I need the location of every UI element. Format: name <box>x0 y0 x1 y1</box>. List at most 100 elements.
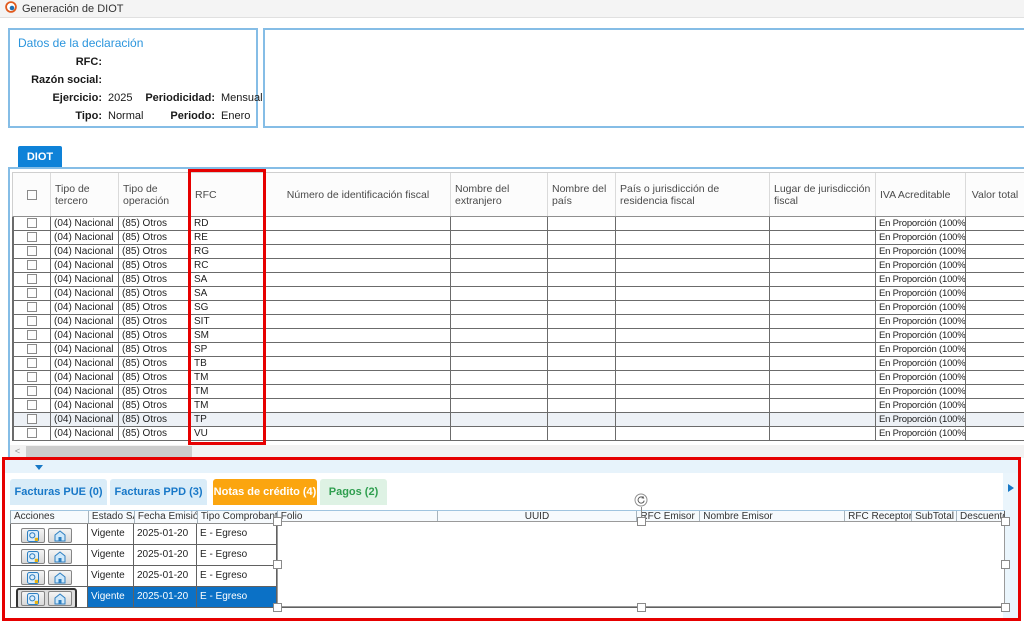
select-all-checkbox[interactable] <box>27 190 37 200</box>
field-rfc: RFC: <box>10 54 256 70</box>
diot-cell: (04) Nacional <box>51 385 119 399</box>
tab-diot[interactable]: DIOT <box>18 146 62 168</box>
resize-handle-bottom-left[interactable] <box>273 603 282 612</box>
diot-cell: (04) Nacional <box>51 259 119 273</box>
row-checkbox[interactable] <box>27 414 37 424</box>
diot-cell <box>266 287 451 301</box>
diot-row[interactable]: (04) Nacional(85) OtrosRGEn Proporción (… <box>13 245 1024 259</box>
row-checkbox[interactable] <box>27 428 37 438</box>
collapse-bar[interactable] <box>5 460 1018 473</box>
diot-row[interactable]: (04) Nacional(85) OtrosTBEn Proporción (… <box>13 357 1024 371</box>
resize-handle-top-right[interactable] <box>1001 517 1010 526</box>
diot-cell: En Proporción (100%) <box>876 231 966 245</box>
row-checkbox[interactable] <box>27 218 37 228</box>
tab-pagos[interactable]: Pagos (2) <box>320 479 387 505</box>
row-checkbox[interactable] <box>27 400 37 410</box>
diot-cell <box>966 259 1024 273</box>
diot-cell <box>13 329 51 343</box>
diot-row[interactable]: (04) Nacional(85) OtrosSAEn Proporción (… <box>13 273 1024 287</box>
diot-cell <box>966 371 1024 385</box>
collapse-icon[interactable] <box>35 465 43 470</box>
view-xml-button[interactable] <box>21 528 45 543</box>
diot-row[interactable]: (04) Nacional(85) OtrosRDEn Proporción (… <box>13 217 1024 231</box>
diot-cell <box>266 231 451 245</box>
diot-cell <box>548 259 616 273</box>
row-checkbox[interactable] <box>27 288 37 298</box>
tab-facturas-ppd[interactable]: Facturas PPD (3) <box>110 479 207 505</box>
resize-handle-bottom-center[interactable] <box>637 603 646 612</box>
row-checkbox[interactable] <box>27 344 37 354</box>
row-checkbox[interactable] <box>27 274 37 284</box>
diot-cell <box>451 273 548 287</box>
row-checkbox[interactable] <box>27 330 37 340</box>
export-button[interactable] <box>48 570 72 585</box>
diot-cell <box>451 287 548 301</box>
resize-handle-top-center[interactable] <box>637 517 646 526</box>
diot-cell <box>966 245 1024 259</box>
diot-cell <box>266 413 451 427</box>
diot-cell <box>451 343 548 357</box>
diot-cell <box>451 301 548 315</box>
diot-cell <box>770 231 876 245</box>
export-button[interactable] <box>48 591 72 606</box>
diot-cell <box>616 343 770 357</box>
diot-cell <box>13 315 51 329</box>
row-checkbox[interactable] <box>27 260 37 270</box>
diot-cell <box>266 245 451 259</box>
diot-cell <box>13 245 51 259</box>
diot-row[interactable]: (04) Nacional(85) OtrosREEn Proporción (… <box>13 231 1024 245</box>
diot-row[interactable]: (04) Nacional(85) OtrosRCEn Proporción (… <box>13 259 1024 273</box>
annotation-rfc-column <box>188 169 266 445</box>
row-checkbox[interactable] <box>27 302 37 312</box>
diot-cell <box>266 301 451 315</box>
diot-row[interactable]: (04) Nacional(85) OtrosSITEn Proporción … <box>13 315 1024 329</box>
diot-cell <box>966 385 1024 399</box>
row-checkbox[interactable] <box>27 372 37 382</box>
resize-handle-top-left[interactable] <box>273 517 282 526</box>
row-checkbox[interactable] <box>27 316 37 326</box>
diot-cell <box>548 301 616 315</box>
diot-cell: (85) Otros <box>119 427 191 441</box>
selection-overlay-rect[interactable] <box>277 521 1005 607</box>
diot-row[interactable]: (04) Nacional(85) OtrosSAEn Proporción (… <box>13 287 1024 301</box>
diot-cell: (04) Nacional <box>51 413 119 427</box>
diot-cell: En Proporción (100%) <box>876 315 966 329</box>
scrollbar-thumb[interactable] <box>26 446 192 457</box>
view-xml-button[interactable] <box>21 570 45 585</box>
diot-row[interactable]: (04) Nacional(85) OtrosSMEn Proporción (… <box>13 329 1024 343</box>
column-header: Acciones <box>11 511 89 523</box>
document-cell <box>10 545 88 566</box>
tab-facturas-pue[interactable]: Facturas PUE (0) <box>10 479 107 505</box>
resize-handle-mid-left[interactable] <box>273 560 282 569</box>
diot-cell <box>451 329 548 343</box>
declaration-panel-title: Datos de la declaración <box>18 36 143 50</box>
column-header: Tipo Comprobante <box>198 511 278 523</box>
resize-handle-bottom-right[interactable] <box>1001 603 1010 612</box>
diot-row[interactable]: (04) Nacional(85) OtrosTMEn Proporción (… <box>13 385 1024 399</box>
diot-cell <box>548 231 616 245</box>
view-xml-button[interactable] <box>21 591 45 606</box>
diot-row[interactable]: (04) Nacional(85) OtrosVUEn Proporción (… <box>13 427 1024 441</box>
field-label: Periodicidad: <box>128 90 215 106</box>
diot-row[interactable]: (04) Nacional(85) OtrosSPEn Proporción (… <box>13 343 1024 357</box>
diot-row[interactable]: (04) Nacional(85) OtrosSGEn Proporción (… <box>13 301 1024 315</box>
diot-cell <box>13 231 51 245</box>
view-xml-button[interactable] <box>21 549 45 564</box>
row-checkbox[interactable] <box>27 386 37 396</box>
export-button[interactable] <box>48 549 72 564</box>
expand-icon[interactable] <box>1008 484 1014 492</box>
resize-handle-mid-right[interactable] <box>1001 560 1010 569</box>
row-checkbox[interactable] <box>27 232 37 242</box>
diot-cell <box>548 427 616 441</box>
field-label: RFC: <box>10 54 102 70</box>
diot-cell <box>616 231 770 245</box>
diot-row[interactable]: (04) Nacional(85) OtrosTPEn Proporción (… <box>13 413 1024 427</box>
export-button[interactable] <box>48 528 72 543</box>
diot-cell <box>616 217 770 231</box>
rotate-handle-icon[interactable] <box>634 493 648 512</box>
row-checkbox[interactable] <box>27 246 37 256</box>
diot-row[interactable]: (04) Nacional(85) OtrosTMEn Proporción (… <box>13 399 1024 413</box>
diot-row[interactable]: (04) Nacional(85) OtrosTMEn Proporción (… <box>13 371 1024 385</box>
tab-notas-de-credito[interactable]: Notas de crédito (4) <box>213 479 317 505</box>
row-checkbox[interactable] <box>27 358 37 368</box>
